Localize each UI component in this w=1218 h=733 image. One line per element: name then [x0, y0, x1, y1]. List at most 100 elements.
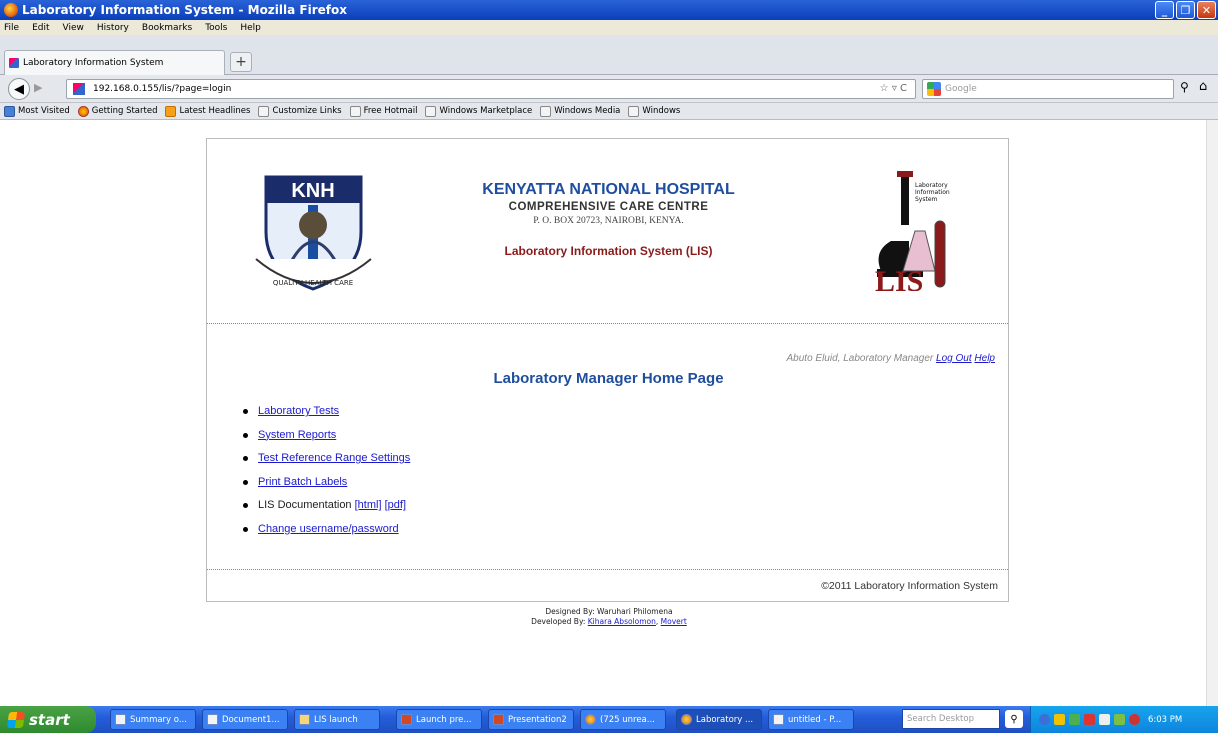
lis-logo-line-1: Laboratory [915, 182, 948, 189]
menu-history[interactable]: History [97, 23, 129, 33]
taskbar-item-untitled[interactable]: untitled - P... [768, 709, 854, 730]
bookmark-star-icon[interactable]: ☆ ▿ C [880, 83, 907, 94]
developer-link-kihara[interactable]: Kihara Absolomon [588, 617, 656, 626]
antivirus-icon[interactable] [1084, 714, 1095, 725]
new-tab-button[interactable]: + [230, 52, 252, 72]
taskbar-item-unread[interactable]: (725 unrea... [580, 709, 666, 730]
taskbar-item-label: (725 unrea... [600, 714, 655, 725]
taskbar-item-laboratory[interactable]: Laboratory ... [676, 709, 762, 730]
window-title-bar: Laboratory Information System - Mozilla … [0, 0, 1218, 20]
bookmark-free-hotmail[interactable]: Free Hotmail [349, 105, 418, 117]
system-tray: 6:03 PM [1030, 706, 1218, 733]
navigation-bar: ◀ ▶ 192.168.0.155/lis/?page=login ☆ ▿ C … [0, 75, 1218, 103]
laboratory-tests-link[interactable]: Laboratory Tests [258, 405, 339, 417]
list-item: Laboratory Tests [243, 405, 410, 429]
search-placeholder: Google [945, 84, 977, 94]
menu-bookmarks[interactable]: Bookmarks [142, 23, 192, 33]
close-button[interactable]: ✕ [1197, 1, 1216, 19]
bookmark-most-visited[interactable]: Most Visited [4, 105, 70, 117]
update-icon[interactable] [1114, 714, 1125, 725]
maximize-button[interactable]: ❐ [1176, 1, 1195, 19]
change-password-link[interactable]: Change username/password [258, 523, 399, 535]
tab-label: Laboratory Information System [23, 58, 164, 68]
list-item: Change username/password [243, 523, 410, 547]
windows-flag-icon [6, 711, 26, 728]
messenger-icon[interactable] [1099, 714, 1110, 725]
desktop-search-input[interactable]: Search Desktop [902, 709, 1000, 729]
firefox-icon [77, 105, 89, 117]
home-icon[interactable]: ⌂ [1199, 79, 1207, 94]
menu-view[interactable]: View [63, 23, 84, 33]
bookmark-windows[interactable]: Windows [628, 105, 681, 117]
tab-lis[interactable]: Laboratory Information System [4, 50, 225, 75]
documentation-label: LIS Documentation [258, 499, 352, 511]
window-title: Laboratory Information System - Mozilla … [22, 3, 347, 17]
taskbar-item-label: Document1... [222, 714, 280, 725]
taskbar-item-label: Laboratory ... [696, 714, 754, 725]
knh-motto: QUALITY HEALTH CARE [273, 279, 353, 287]
bookmark-label: Windows Marketplace [439, 106, 533, 116]
search-input[interactable]: Google [922, 79, 1174, 99]
bookmark-label: Free Hotmail [363, 106, 418, 116]
reference-range-settings-link[interactable]: Test Reference Range Settings [258, 452, 410, 464]
search-icon[interactable]: ⚲ [1180, 80, 1189, 94]
start-button[interactable]: start [0, 706, 96, 733]
developer-link-movert[interactable]: Movert [661, 617, 687, 626]
security-icon[interactable] [1069, 714, 1080, 725]
forward-button[interactable]: ▶ [34, 81, 42, 94]
search-icon[interactable]: ⚲ [1005, 710, 1023, 728]
bookmark-label: Customize Links [272, 106, 342, 116]
site-identity-icon [73, 83, 85, 95]
menu-bar: File Edit View History Bookmarks Tools H… [0, 20, 1218, 35]
list-item: Test Reference Range Settings [243, 452, 410, 476]
bookmark-latest-headlines[interactable]: Latest Headlines [165, 105, 250, 117]
back-button[interactable]: ◀ [8, 78, 30, 100]
taskbar-item-summary[interactable]: Summary o... [110, 709, 196, 730]
list-item: LIS Documentation [html] [pdf] [243, 499, 410, 523]
alert-icon[interactable] [1129, 714, 1140, 725]
rss-icon [165, 105, 177, 117]
bookmark-getting-started[interactable]: Getting Started [77, 105, 157, 117]
help-link[interactable]: Help [974, 353, 995, 364]
back-arrow-icon[interactable] [1039, 714, 1050, 725]
lis-favicon-icon [9, 58, 19, 68]
bookmark-windows-media[interactable]: Windows Media [540, 105, 621, 117]
taskbar-item-presentation2[interactable]: Presentation2 [488, 709, 574, 730]
folder-icon [299, 714, 310, 725]
taskbar-item-label: Presentation2 [508, 714, 567, 725]
windows-taskbar: start Summary o... Document1... LIS laun… [0, 706, 1218, 733]
print-batch-labels-link[interactable]: Print Batch Labels [258, 476, 347, 488]
bookmark-label: Windows [642, 106, 681, 116]
bookmark-label: Most Visited [18, 106, 70, 116]
documentation-html-link[interactable]: [html] [355, 499, 382, 511]
network-icon[interactable] [1054, 714, 1065, 725]
url-bar[interactable]: 192.168.0.155/lis/?page=login ☆ ▿ C [66, 79, 916, 99]
page-icon [540, 105, 552, 117]
copyright-text: ©2011 Laboratory Information System [821, 580, 998, 592]
taskbar-item-label: LIS launch [314, 714, 358, 725]
firefox-icon [4, 3, 18, 17]
tab-strip: Laboratory Information System + [0, 35, 1218, 75]
menu-file[interactable]: File [4, 23, 19, 33]
documentation-pdf-link[interactable]: [pdf] [385, 499, 406, 511]
lis-logo-line-2: Information [915, 189, 950, 196]
user-info: Abuto Eluid, Laboratory Manager Log Out … [787, 353, 996, 364]
menu-help[interactable]: Help [240, 23, 261, 33]
menu-tools[interactable]: Tools [205, 23, 227, 33]
taskbar-item-document1[interactable]: Document1... [202, 709, 288, 730]
list-item: Print Batch Labels [243, 476, 410, 500]
start-label: start [29, 710, 70, 729]
minimize-button[interactable]: _ [1155, 1, 1174, 19]
paint-icon [773, 714, 784, 725]
taskbar-item-lis-launch[interactable]: LIS launch [294, 709, 380, 730]
vertical-scrollbar[interactable] [1206, 120, 1218, 706]
taskbar-item-label: untitled - P... [788, 714, 842, 725]
bookmark-windows-marketplace[interactable]: Windows Marketplace [425, 105, 533, 117]
logout-link[interactable]: Log Out [936, 353, 972, 364]
powerpoint-icon [493, 714, 504, 725]
menu-edit[interactable]: Edit [32, 23, 49, 33]
bookmark-label: Windows Media [554, 106, 621, 116]
bookmark-customize-links[interactable]: Customize Links [258, 105, 342, 117]
taskbar-item-launch-pre[interactable]: Launch pre... [396, 709, 482, 730]
system-reports-link[interactable]: System Reports [258, 429, 336, 441]
